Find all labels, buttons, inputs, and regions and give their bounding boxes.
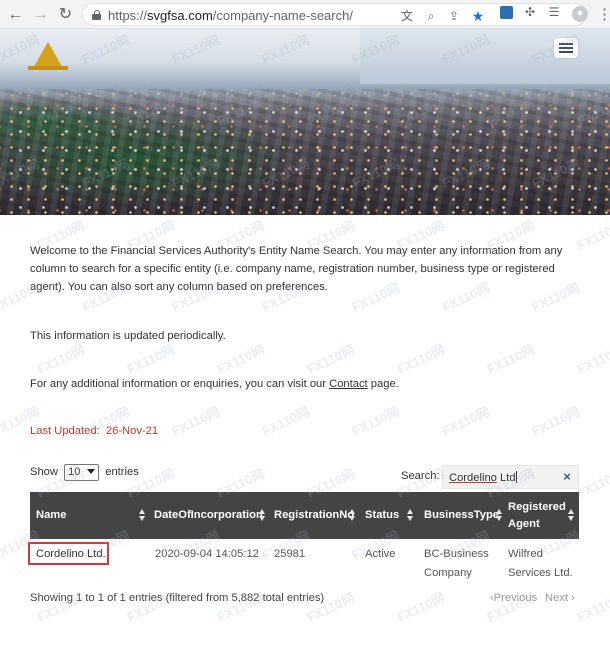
chevron-down-icon — [87, 469, 96, 474]
business-type-cell: BC-Business Company — [424, 548, 489, 579]
watermark-text: FX110网 — [484, 341, 537, 377]
search-value-word: Cordelino — [449, 472, 497, 484]
last-updated-label: Last Updated: — [30, 425, 100, 437]
url-text: https://svgfsa.com/company-name-search/ — [108, 8, 353, 23]
watermark-text: FX110网 — [574, 341, 610, 377]
sort-icon[interactable] — [568, 509, 575, 521]
header-label: RegistrationNo — [274, 509, 355, 521]
sort-icon[interactable] — [139, 509, 146, 521]
column-header-name[interactable]: Name — [36, 492, 146, 539]
next-button[interactable]: Next › — [545, 592, 575, 604]
kebab-menu-icon[interactable]: ⋮ — [597, 5, 610, 24]
enquiry-text: For any additional information or enquir… — [30, 375, 399, 393]
column-header-date[interactable]: DateOfIncorporation — [154, 492, 264, 539]
enquiry-suffix: page. — [367, 378, 399, 390]
sort-icon[interactable] — [496, 509, 503, 521]
text-caret — [515, 471, 517, 483]
lock-icon — [92, 10, 101, 20]
sort-icon[interactable] — [259, 509, 266, 521]
search-input-value: Cordelino Ltd — [449, 471, 517, 484]
reload-icon[interactable]: ↻ — [56, 5, 75, 24]
watermark-text: FX110网 — [439, 403, 492, 439]
zoom-icon[interactable]: ⌕ — [424, 9, 438, 23]
hamburger-menu-icon[interactable] — [554, 38, 578, 58]
profile-avatar-icon[interactable]: ● — [572, 6, 588, 22]
show-label: Show — [30, 466, 58, 478]
column-header-agent[interactable]: Registered Agent — [508, 492, 566, 539]
date-cell: 2020-09-04 14:05:12 — [155, 548, 259, 560]
previous-button[interactable]: ‹Previous — [490, 592, 537, 604]
entries-select[interactable]: 10 — [64, 464, 100, 481]
watermark-text: FX110网 — [529, 403, 582, 439]
last-updated: Last Updated: 26-Nov-21 — [30, 425, 158, 437]
watermark-text: FX110网 — [394, 341, 447, 377]
search-value-rest: Ltd — [496, 472, 516, 484]
translate-icon[interactable]: 文 — [400, 9, 414, 23]
watermark-text: FX110网 — [304, 341, 357, 377]
browser-toolbar: ← → ↻ https://svgfsa.com/company-name-se… — [0, 0, 610, 29]
entries-length-control: Show 10 entries — [30, 464, 139, 481]
column-header-regno[interactable]: RegistrationNo — [274, 492, 354, 539]
back-icon[interactable]: ← — [6, 5, 25, 24]
company-name-cell[interactable]: Cordelino Ltd. — [36, 546, 106, 563]
puzzle-icon[interactable]: ✣ — [523, 5, 537, 19]
last-updated-value: 26-Nov-21 — [105, 425, 159, 437]
header-label: Status — [365, 509, 400, 521]
header-label: DateOfIncorporation — [154, 509, 263, 521]
chevron-right-icon: › — [571, 592, 575, 604]
column-header-business-type[interactable]: BusinessType — [424, 492, 504, 539]
sort-icon[interactable] — [349, 509, 356, 521]
table-header: Name DateOfIncorporation RegistrationNo … — [30, 492, 579, 539]
intro-text: Welcome to the Financial Services Author… — [30, 245, 563, 293]
share-icon[interactable]: ⇪ — [447, 9, 461, 23]
forward-icon[interactable]: → — [31, 5, 50, 24]
update-note: This information is updated periodically… — [30, 330, 226, 342]
hero-banner — [0, 29, 610, 215]
status-cell: Active — [365, 548, 396, 560]
fsa-logo-icon[interactable] — [28, 42, 68, 74]
hero-lights — [0, 29, 610, 215]
clear-search-icon[interactable]: × — [560, 469, 574, 485]
search-label: Search: — [401, 470, 440, 482]
previous-label: Previous — [493, 592, 538, 604]
watermark-text: FX110网 — [574, 217, 610, 253]
agent-cell: Wilfred Services Ltd. — [508, 548, 573, 579]
watermark-text: FX110网 — [574, 589, 610, 625]
header-label: BusinessType — [424, 509, 500, 521]
contact-link[interactable]: Contact — [329, 378, 368, 390]
watermark-text: FX110网 — [169, 403, 222, 439]
entries-select-value: 10 — [68, 466, 81, 478]
watermark-text: FX110网 — [259, 403, 312, 439]
header-label: Name — [36, 509, 67, 521]
extension-icon[interactable] — [500, 6, 513, 19]
search-input[interactable]: Cordelino Ltd × — [442, 465, 579, 489]
reading-list-icon[interactable]: ☰ — [547, 5, 561, 19]
table-row-name-highlight[interactable]: Cordelino Ltd. — [28, 542, 109, 565]
entries-label: entries — [105, 466, 139, 478]
reg-no-cell: 25981 — [274, 548, 306, 560]
next-label: Next — [545, 592, 569, 604]
table-info: Showing 1 to 1 of 1 entries (filtered fr… — [30, 592, 325, 604]
bookmark-star-icon[interactable]: ★ — [471, 9, 485, 23]
header-label: Registered Agent — [508, 500, 566, 530]
watermark-text: FX110网 — [349, 403, 402, 439]
enquiry-prefix: For any additional information or enquir… — [30, 378, 330, 390]
watermark-text: FX110网 — [394, 589, 447, 625]
sort-icon[interactable] — [407, 509, 414, 521]
